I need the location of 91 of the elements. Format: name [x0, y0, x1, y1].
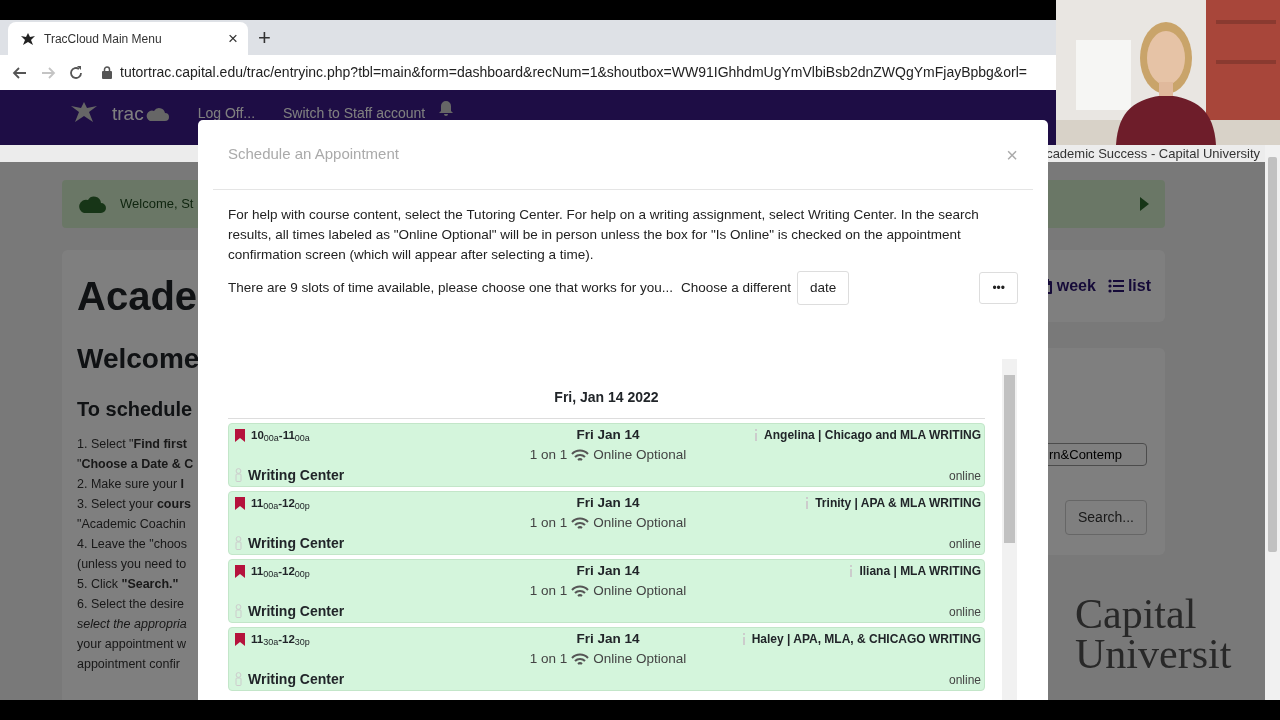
logo-text: Capital: [1075, 595, 1197, 635]
time-slot[interactable]: 11$_{00a}$-12$_{00p}$ Fri Jan 14 Trinity | APA & MLA WRITING 1 on 1 Online Optional Writing Center online: [228, 491, 985, 556]
lock-icon: [102, 66, 112, 79]
location-text: online: [947, 468, 981, 486]
tutor-name: Trinity | APA & MLA WRITING: [815, 495, 981, 513]
wifi-icon: [571, 516, 590, 530]
view-link[interactable]: list: [1107, 266, 1151, 306]
date-button[interactable]: date: [797, 271, 850, 306]
session-mode: Online Optional: [593, 582, 687, 601]
person-icon: [235, 604, 242, 619]
person-icon: [235, 672, 242, 687]
location-text: online: [947, 536, 981, 554]
info-icon[interactable]: [741, 633, 746, 646]
center-name: Writing Center: [248, 601, 345, 621]
person-icon: [235, 468, 242, 483]
center-name: Writing Center: [248, 669, 345, 689]
instruction-line: 1. Select "Find first: [77, 436, 188, 453]
tab-title: TracCloud Main Menu: [44, 30, 163, 48]
instruction-line: 3. Select your cours: [77, 496, 191, 513]
location-text: online: [947, 604, 981, 622]
slot-time: 10$_{00a}$-11$_{00a}$: [251, 427, 310, 444]
list-icon: [1107, 277, 1124, 295]
search-button[interactable]: Search...: [1064, 500, 1147, 535]
slot-date: Fri Jan 14: [576, 494, 640, 513]
person-icon: [235, 536, 242, 551]
slot-date: Fri Jan 14: [576, 426, 640, 445]
session-mode: Online Optional: [593, 514, 687, 533]
choose-text: Choose a different: [681, 279, 792, 297]
slot-time: 11$_{00a}$-12$_{00p}$: [251, 563, 310, 580]
wifi-icon: [571, 584, 590, 598]
slot-time: 11$_{00a}$-12$_{00p}$: [251, 495, 310, 512]
cloud-icon: [78, 194, 106, 214]
back-arrow-icon: [12, 64, 28, 81]
tutor-name: Haley | APA, MLA, & CHICAGO WRITING: [751, 631, 981, 649]
scrollbar[interactable]: [1002, 359, 1017, 700]
bookmark-icon: [235, 632, 245, 646]
bell-icon[interactable]: [439, 100, 454, 116]
availability-text: There are 9 slots of time available, please choose one that works for you...: [228, 279, 673, 297]
tutor-name: Iliana | MLA WRITING: [859, 563, 981, 581]
info-icon[interactable]: [754, 429, 759, 442]
session-mode: Online Optional: [593, 446, 687, 465]
session-type: 1 on 1: [529, 582, 568, 601]
time-slot[interactable]: 11$_{30a}$-12$_{30p}$ Fri Jan 14 Haley | APA, MLA, & CHICAGO WRITING 1 on 1 Online Optional Writing Center online: [228, 627, 985, 692]
session-type: 1 on 1: [529, 650, 568, 669]
slot-time: 11$_{30a}$-12$_{30p}$: [251, 631, 310, 648]
wifi-icon: [571, 652, 590, 666]
close-tab-button[interactable]: ×: [228, 30, 238, 47]
slot-date: Fri Jan 14: [576, 562, 640, 581]
wifi-icon: [571, 448, 590, 462]
nav-link[interactable]: Switch to Staff account: [283, 103, 426, 124]
instruction-line: 2. Make sure your I: [77, 476, 184, 493]
session-type: 1 on 1: [529, 514, 568, 533]
play-arrow-icon[interactable]: [1140, 197, 1149, 211]
bookmark-icon: [235, 564, 245, 578]
time-slot[interactable]: 11$_{00a}$-12$_{00p}$ Fri Jan 14 Iliana | MLA WRITING 1 on 1 Online Optional Writing Center online: [228, 559, 985, 624]
instruction-line: select the appropria: [77, 616, 187, 633]
instruction-line: 4. Leave the "choos: [77, 536, 188, 553]
location-text: online: [947, 672, 981, 690]
instruction-line: your appointment w: [77, 636, 187, 653]
page-heading: Acade: [77, 273, 198, 320]
instruction-line: 5. Click "Search.": [77, 576, 179, 593]
welcome-text: Welcome, St: [120, 195, 194, 214]
bookmark-icon: [235, 496, 245, 510]
slot-date: Fri Jan 14: [576, 630, 640, 649]
section-heading: To schedule: [77, 397, 193, 422]
brand-name[interactable]: trac: [112, 100, 144, 129]
session-type: 1 on 1: [529, 446, 568, 465]
time-slot[interactable]: 10$_{00a}$-11$_{00a}$ Fri Jan 14 Angelina | Chicago and MLA WRITING 1 on 1 Online Optional Writing Center online: [228, 423, 985, 488]
center-name: Writing Center: [248, 533, 345, 553]
reload-arrow-icon: [68, 64, 84, 81]
modal-title: Schedule an Appointment: [228, 144, 399, 165]
bookmark-icon: [235, 428, 245, 442]
new-tab-button[interactable]: +: [258, 27, 271, 55]
instruction-line: "Academic Coachin: [77, 516, 186, 533]
more-button[interactable]: •••: [979, 272, 1018, 305]
forward-arrow-icon: [40, 64, 56, 81]
instruction-line: appointment confir: [77, 656, 180, 673]
welcome-heading: Welcome: [77, 342, 200, 376]
info-icon[interactable]: [805, 497, 810, 510]
info-icon[interactable]: [849, 565, 854, 578]
day-heading: Fri, Jan 14 2022: [228, 359, 985, 420]
back-button[interactable]: [12, 64, 28, 81]
center-name: Writing Center: [248, 465, 345, 485]
browser-tab[interactable]: TracCloud Main Menu ×: [8, 22, 248, 55]
session-mode: Online Optional: [593, 650, 687, 669]
tutor-name: Angelina | Chicago and MLA WRITING: [764, 427, 981, 445]
instruction-line: "Choose a Date & C: [77, 456, 194, 473]
intro-text: For help with course content, select the Tutoring Center. For help on a writing assignment, select Writing Center. In the search results, all times labeled as "Online Optional" will be in person unless the box for "Is Online" is checked on the appointment confirmation screen (which will appear after selecting a time).: [228, 206, 980, 264]
reload-button[interactable]: [68, 64, 84, 81]
instruction-line: 6. Select the desire: [77, 596, 184, 613]
instruction-line: (unless you need to: [77, 556, 187, 573]
